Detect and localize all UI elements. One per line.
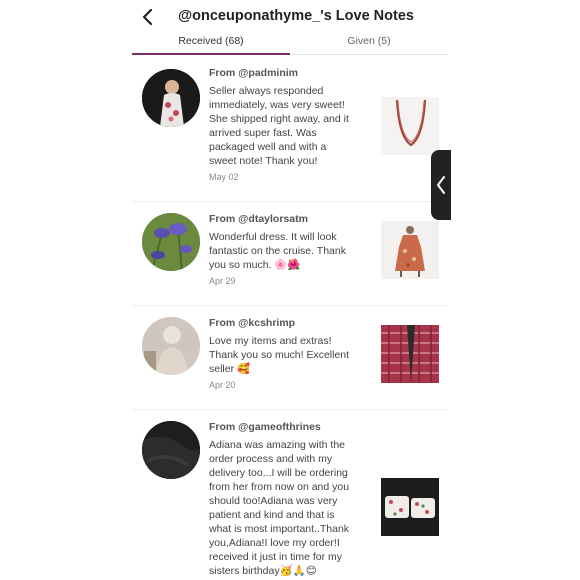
item-thumbnail[interactable] [381, 478, 439, 536]
avatar-photo-icon [142, 69, 200, 127]
note-line: you so much. 🌸🌺 [209, 259, 301, 271]
note-sender[interactable]: From @gameofthrines [209, 421, 321, 433]
chevron-left-icon [142, 8, 153, 26]
note-line: received it just in time for my [209, 551, 343, 563]
note-line: Thank you so much! Excellent [209, 349, 350, 361]
love-note[interactable]: From @kcshrimp Love my items and extras!… [132, 305, 448, 410]
item-thumbnail[interactable] [381, 221, 439, 279]
note-line: immediately, was very sweet! [209, 99, 345, 111]
love-note[interactable]: From @padminim Seller always responded i… [132, 55, 448, 202]
note-sender[interactable]: From @padminim [209, 67, 298, 79]
note-text: Love my items and extras! Thank you so m… [209, 334, 369, 376]
note-line: Wonderful dress. It will look [209, 231, 337, 243]
note-line: from her from now on and you [209, 481, 350, 493]
note-line: Love my items and extras! [209, 335, 332, 347]
avatar-photo-icon [142, 213, 200, 271]
love-notes-screen: @onceuponathyme_'s Love Notes Received (… [132, 0, 448, 580]
tab-bar: Received (68) Given (5) [132, 34, 448, 55]
chevron-left-icon [437, 176, 445, 194]
avatar[interactable] [142, 317, 200, 375]
avatar-photo-icon [142, 317, 200, 375]
right-margin [448, 0, 580, 580]
page-title: @onceuponathyme_'s Love Notes [178, 8, 414, 24]
tab-received[interactable]: Received (68) [132, 34, 290, 55]
note-text: Wonderful dress. It will look fantastic … [209, 230, 369, 272]
note-text: Adiana was amazing with the order proces… [209, 438, 369, 578]
note-date: Apr 20 [209, 380, 236, 390]
header: @onceuponathyme_'s Love Notes [132, 0, 448, 34]
avatar[interactable] [142, 69, 200, 127]
tab-given[interactable]: Given (5) [290, 34, 448, 53]
note-text: Seller always responded immediately, was… [209, 84, 369, 168]
love-note[interactable]: From @dtaylorsatm Wonderful dress. It wi… [132, 201, 448, 306]
note-line: fantastic on the cruise. Thank [209, 245, 346, 257]
avatar-photo-icon [142, 421, 200, 479]
note-date: Apr 29 [209, 276, 236, 286]
necklace-icon [381, 97, 439, 155]
note-line: should too!Adiana was very [209, 495, 338, 507]
cardigan-icon [381, 325, 439, 383]
side-drawer-toggle[interactable] [431, 150, 451, 220]
note-date: May 02 [209, 172, 239, 182]
back-button[interactable] [138, 6, 158, 28]
note-line: you,Adiana!I love my order!I [209, 537, 340, 549]
note-line: Seller always responded [209, 85, 324, 97]
note-line: arrived super fast. Was [209, 127, 317, 139]
note-line: She shipped right away, and it [209, 113, 349, 125]
item-thumbnail[interactable] [381, 97, 439, 155]
note-line: delivery too...I will be ordering [209, 467, 348, 479]
avatar[interactable] [142, 213, 200, 271]
pouches-icon [381, 478, 439, 536]
note-line: Adiana was amazing with the [209, 439, 345, 451]
note-line: patient and kind and that is [209, 509, 335, 521]
avatar[interactable] [142, 421, 200, 479]
note-line: seller 🥰 [209, 363, 251, 375]
note-line: what is most important..Thank [209, 523, 350, 535]
left-margin [0, 0, 132, 580]
note-line: packaged well and with a [209, 141, 327, 153]
note-line: order process and with my [209, 453, 333, 465]
love-note[interactable]: From @gameofthrines Adiana was amazing w… [132, 409, 448, 580]
note-sender[interactable]: From @kcshrimp [209, 317, 295, 329]
dress-icon [381, 221, 439, 279]
item-thumbnail[interactable] [381, 325, 439, 383]
note-line: sweet note! Thank you! [209, 155, 318, 167]
note-line: sisters birthday🥳🙏😊 [209, 565, 317, 577]
note-sender[interactable]: From @dtaylorsatm [209, 213, 308, 225]
